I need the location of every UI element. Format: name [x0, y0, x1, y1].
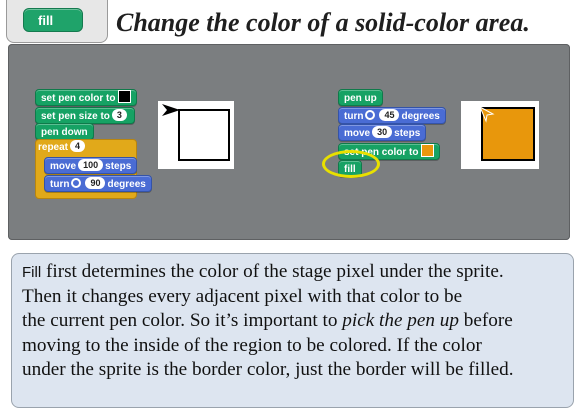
move-suffix: steps — [105, 161, 132, 172]
repeat-label: repeat — [38, 142, 69, 153]
move-block-right[interactable]: move 30 steps — [338, 124, 427, 141]
page-title: Change the color of a solid-color area. — [116, 8, 530, 37]
explanation-line-2: Then it changes every adjacent pixel wit… — [22, 286, 463, 308]
fill-keyword: Fill — [22, 264, 42, 281]
move-steps-input-right[interactable]: 30 — [372, 126, 393, 138]
move-label-right: move — [344, 128, 371, 139]
turn-degrees-input[interactable]: 90 — [85, 177, 106, 189]
set-pen-color-block[interactable]: set pen color to — [35, 89, 138, 106]
move-suffix-right: steps — [394, 128, 421, 139]
sprite-arrow-icon — [162, 104, 180, 116]
explanation-line-5: under the sprite is the border color, ju… — [22, 358, 514, 380]
turn-label: turn — [50, 179, 70, 190]
drawn-square-outline — [178, 109, 230, 161]
pen-size-input[interactable]: 3 — [111, 109, 127, 121]
set-pen-size-block[interactable]: set pen size to 3 — [35, 107, 135, 124]
explanation-emphasis: pick the pen up — [342, 310, 459, 332]
repeat-count-input[interactable]: 4 — [70, 140, 86, 152]
turn-suffix-right: degrees — [401, 111, 440, 122]
explanation-text: Fill first determines the color of the s… — [11, 253, 574, 408]
stage-before-fill — [158, 101, 234, 169]
repeat-header: repeat 4 — [38, 140, 87, 156]
move-steps-input[interactable]: 100 — [78, 159, 104, 171]
turn-suffix: degrees — [107, 179, 146, 190]
explanation-line-3a: the current pen color. So it’s important… — [22, 310, 343, 332]
set-pen-color-label: set pen color to — [41, 93, 116, 104]
turn-clockwise-icon — [365, 110, 376, 120]
pen-down-block[interactable]: pen down — [35, 123, 94, 140]
turn-label-right: turn — [344, 111, 364, 122]
move-block[interactable]: move 100 steps — [44, 157, 138, 174]
sprite-arrow-icon-right — [478, 105, 495, 123]
explanation-line-1: first determines the color of the stage … — [41, 261, 504, 282]
turn-block[interactable]: turn 90 degrees — [44, 175, 152, 192]
explanation-line-3b: before — [458, 310, 513, 332]
pen-color-swatch-black[interactable] — [118, 90, 132, 103]
pen-color-swatch-orange[interactable] — [421, 144, 435, 157]
fill-block-tab: fill — [6, 0, 108, 43]
fill-block-highlight-ring — [322, 150, 380, 178]
move-label: move — [50, 161, 77, 172]
turn-clockwise-icon — [71, 178, 82, 188]
turn-degrees-input-right[interactable]: 45 — [379, 109, 400, 121]
turn-block-right[interactable]: turn 45 degrees — [338, 107, 446, 124]
set-pen-size-label: set pen size to — [41, 111, 110, 122]
pen-up-block[interactable]: pen up — [338, 89, 383, 106]
explanation-line-4: moving to the inside of the region to be… — [22, 334, 482, 356]
example-panel: set pen color to set pen size to 3 pen do… — [8, 44, 570, 240]
fill-block-example: fill — [23, 8, 83, 32]
stage-after-fill — [461, 101, 539, 169]
